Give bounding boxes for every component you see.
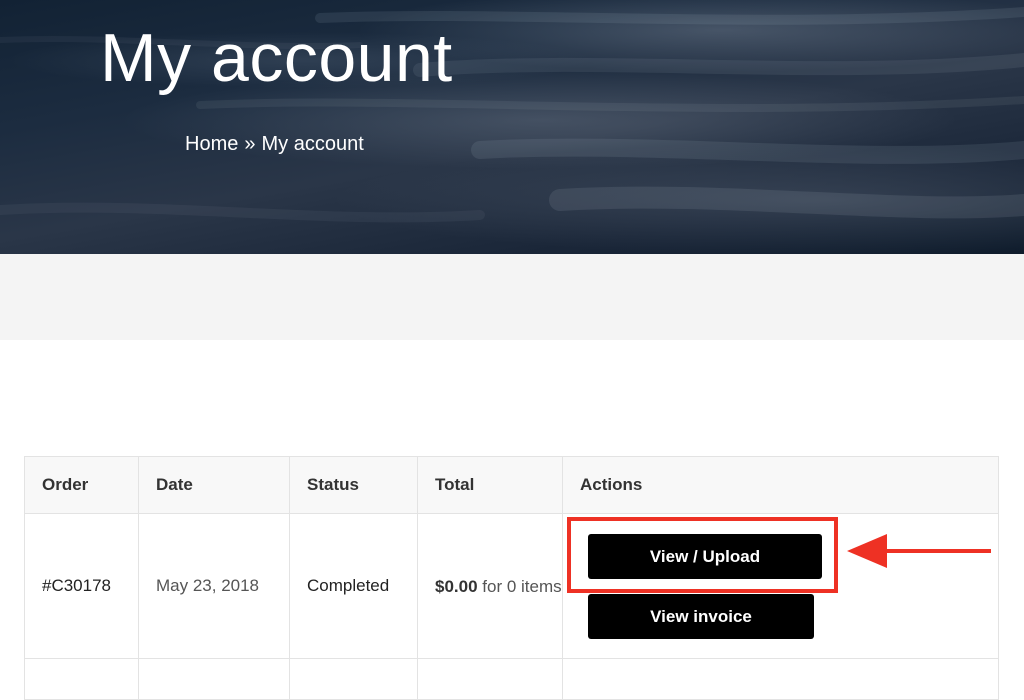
order-total-amount: $0.00 [435, 576, 478, 596]
table-cell [562, 658, 999, 700]
order-status: Completed [289, 513, 418, 659]
column-header-date: Date [138, 456, 290, 514]
orders-table: Order Date Status Total Actions #C30178 … [24, 456, 999, 700]
breadcrumb-current: My account [261, 133, 364, 155]
view-upload-button[interactable]: View / Upload [588, 533, 822, 579]
breadcrumb-separator: » [244, 133, 256, 155]
page-title: My account [100, 20, 453, 96]
page-header-banner: My account Home» My account [0, 0, 1024, 254]
order-date: May 23, 2018 [138, 513, 290, 659]
breadcrumb-home-link[interactable]: Home [185, 133, 238, 155]
table-cell [417, 658, 563, 700]
column-header-order: Order [24, 456, 139, 514]
table-header-row: Order Date Status Total Actions [24, 456, 999, 514]
table-cell [138, 658, 290, 700]
column-header-total: Total [417, 456, 563, 514]
view-invoice-button[interactable]: View invoice [588, 593, 814, 639]
order-total: $0.00 for 0 items [417, 513, 563, 659]
table-cell [289, 658, 418, 700]
table-row [24, 658, 999, 700]
column-header-status: Status [289, 456, 418, 514]
table-cell [24, 658, 139, 700]
order-actions: View / Upload View invoice [562, 513, 999, 659]
order-total-items: for 0 items [482, 576, 562, 596]
breadcrumb: Home » My account [185, 130, 364, 158]
table-row: #C30178 May 23, 2018 Completed $0.00 for… [24, 513, 999, 659]
column-header-actions: Actions [562, 456, 999, 514]
content-gray-band [0, 254, 1024, 340]
order-number[interactable]: #C30178 [24, 513, 139, 659]
